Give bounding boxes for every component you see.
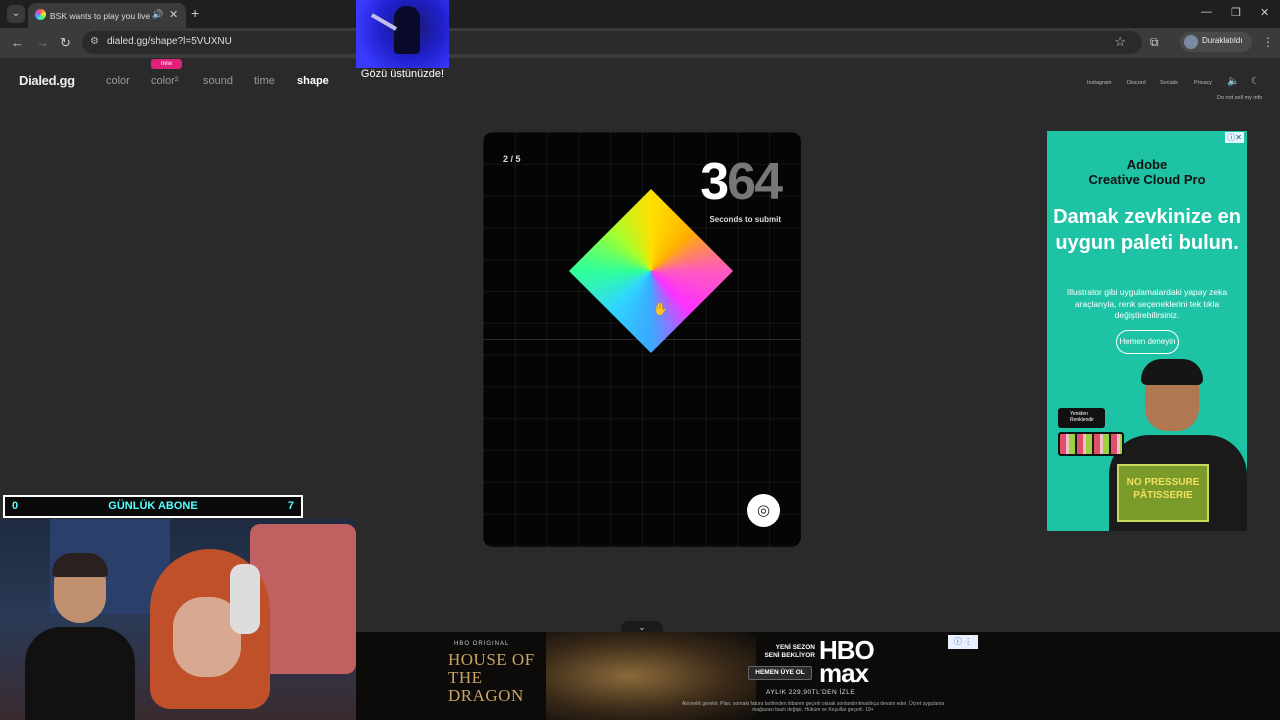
link-discord[interactable]: Discord — [1127, 80, 1146, 86]
minimize-icon[interactable]: — — [1201, 6, 1212, 18]
link-socials[interactable]: Socials — [1160, 80, 1178, 86]
active-tab[interactable]: BSK wants to play you live 🔊 ✕ — [28, 3, 186, 28]
sub-counter-title: GÜNLÜK ABONE — [108, 500, 198, 512]
banner-hbo-original: HBO ORIGINAL — [454, 641, 510, 647]
ad-info-icon[interactable]: ⓘ✕ — [1225, 132, 1244, 143]
bottom-banner-ad[interactable]: HBO ORIGINAL HOUSE OF THE DRAGON YENİ SE… — [356, 632, 1280, 720]
ad-box-text: NO PRESSURE PÂTISSERIE — [1126, 477, 1200, 501]
banner-fine-print: Abonelik gerekir. Plan, sonraki fatura t… — [681, 701, 945, 713]
link-privacy[interactable]: Privacy — [1194, 80, 1212, 86]
ad-pastry-box: NO PRESSURE PÂTISSERIE — [1117, 464, 1209, 522]
tab-search-button[interactable]: ⌄ — [7, 5, 25, 23]
site-logo[interactable]: Dialed.gg — [19, 73, 75, 88]
target-icon: ◎ — [756, 502, 771, 519]
overlay-image — [356, 0, 449, 68]
streamer-left-hair — [52, 553, 108, 577]
banner-show-title: HOUSE OF THE DRAGON — [448, 650, 535, 705]
ad-cta-button[interactable]: Hemen deneyin — [1116, 330, 1179, 354]
address-bar[interactable]: ⚙ dialed.gg/shape?l=5VUXNU ☆ — [82, 31, 1142, 54]
ad-swatch-strip — [1058, 432, 1124, 456]
avatar — [1184, 35, 1198, 49]
banner-ad-info-icon[interactable]: ⓘ ⋮ — [948, 635, 978, 649]
speaker-icon[interactable]: 🔊 — [152, 9, 163, 20]
nav-sound[interactable]: sound — [203, 75, 233, 87]
sound-toggle-icon[interactable]: 🔈 — [1227, 76, 1239, 87]
ad-person-hair — [1141, 359, 1203, 385]
ad-body: Illustrator gibi uygulamalardaki yapay z… — [1066, 287, 1228, 320]
profile-button[interactable]: Duraklatıldı — [1180, 32, 1252, 52]
nav-color[interactable]: color — [106, 75, 130, 87]
nav-color-squared[interactable]: color² — [151, 75, 179, 87]
back-icon[interactable]: ← — [11, 35, 24, 50]
banner-price: AYLIK 229,90TL'DEN İZLE — [766, 689, 856, 696]
color-diamond-shape[interactable] — [568, 188, 734, 354]
round-counter: 2 / 5 — [503, 154, 521, 164]
timer: 364 — [700, 153, 783, 211]
close-tab-icon[interactable]: ✕ — [169, 8, 178, 21]
submit-button[interactable]: ◎ — [747, 494, 780, 527]
bookmark-star-icon[interactable]: ☆ — [1114, 34, 1126, 50]
timer-lead-digit: 3 — [700, 153, 729, 211]
game-card: 2 / 5 364 Seconds to submit ✋ ◎ — [483, 132, 801, 547]
dark-mode-moon-icon[interactable]: ☾ — [1251, 76, 1260, 87]
banner-hbo-max-logo: HBO max — [819, 635, 875, 688]
timer-label: Seconds to submit — [709, 215, 781, 224]
webcam-feed — [0, 519, 356, 720]
streamer-left-body — [25, 627, 135, 720]
site-info-icon[interactable]: ⚙ — [90, 36, 99, 47]
right-ad[interactable]: ⓘ✕ Adobe Creative Cloud Pro Damak zevkin… — [1047, 131, 1247, 531]
hand-cursor-icon: ✋ — [653, 302, 668, 316]
timer-rest-digits: 64 — [727, 153, 783, 211]
tab-bar: ⌄ BSK wants to play you live 🔊 ✕ + — ❐ ✕ — [0, 0, 1280, 28]
profile-name: Duraklatıldı — [1202, 36, 1243, 45]
new-badge: new — [151, 59, 182, 69]
nav-shape[interactable]: shape — [297, 75, 329, 87]
streamer-left — [25, 553, 135, 720]
ad-brand: Adobe Creative Cloud Pro — [1088, 157, 1206, 187]
headset-icon — [230, 564, 260, 634]
daily-sub-counter: 0 GÜNLÜK ABONE 7 — [3, 495, 303, 518]
banner-cta-button[interactable]: HEMEN ÜYE OL — [748, 666, 812, 680]
extensions-icon[interactable]: ⧉ — [1150, 35, 1159, 50]
browser-menu-icon[interactable]: ⋮ — [1262, 35, 1274, 49]
forward-icon[interactable]: → — [36, 35, 49, 50]
tab-title: BSK wants to play you live — [50, 11, 150, 21]
link-instagram[interactable]: Instagram — [1087, 80, 1111, 86]
restore-icon[interactable]: ❐ — [1231, 6, 1241, 19]
ad-recolor-sticker: Yeniden Renklendir — [1058, 408, 1105, 428]
site-favicon-icon — [35, 9, 46, 20]
overlay-figure — [394, 6, 420, 54]
overlay-caption: Gözü üstünüzde! — [360, 68, 445, 80]
browser-toolbar: ← → ↻ ⚙ dialed.gg/shape?l=5VUXNU ☆ — [0, 28, 1280, 58]
nav-time[interactable]: time — [254, 75, 275, 87]
close-window-icon[interactable]: ✕ — [1260, 6, 1269, 19]
banner-tagline: YENİ SEZON SENİ BEKLİYOR — [764, 644, 815, 659]
do-not-sell-link[interactable]: Do not sell my info — [1217, 95, 1262, 101]
url-text[interactable]: dialed.gg/shape?l=5VUXNU — [107, 36, 232, 47]
new-tab-button[interactable]: + — [191, 5, 199, 21]
streamer-right — [145, 549, 275, 720]
sub-count-right: 7 — [287, 500, 294, 512]
reload-icon[interactable]: ↻ — [60, 35, 71, 51]
ad-headline: Damak zevkinize en uygun paleti bulun. — [1053, 206, 1241, 254]
